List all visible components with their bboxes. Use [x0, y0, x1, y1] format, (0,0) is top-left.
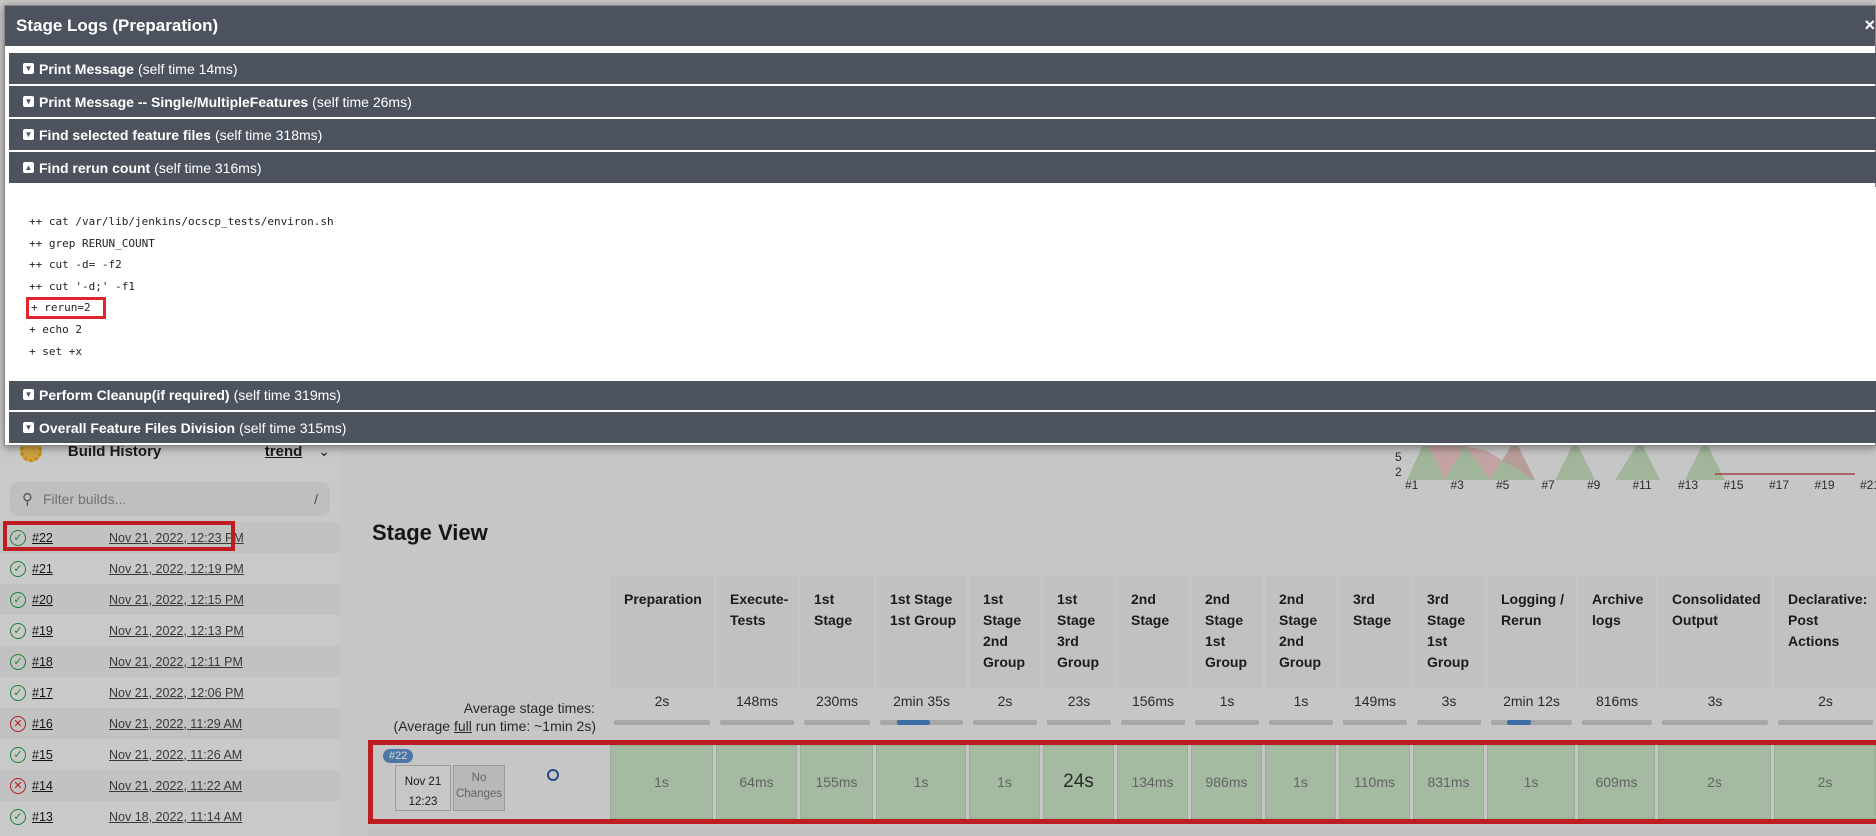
log-line-text: + echo 2 [29, 322, 82, 336]
log-step-self-time: (self time 318ms) [214, 126, 323, 143]
highlighted-log-line: + rerun=2 [26, 297, 106, 320]
log-line-text: ++ cut -d= -f2 [29, 258, 122, 272]
expand-icon[interactable]: ▼ [23, 389, 34, 400]
expand-icon[interactable]: ▼ [23, 129, 34, 140]
log-line-text: + set +x [29, 344, 82, 358]
expand-icon[interactable]: ▼ [23, 96, 34, 107]
log-step-self-time: (self time 14ms) [137, 60, 238, 77]
log-step-name: Print Message -- Single/MultipleFeatures [39, 93, 309, 110]
modal-title: Stage Logs (Preparation) [16, 16, 219, 35]
log-line: + rerun=2 [26, 297, 1876, 320]
collapse-icon[interactable]: ▲ [23, 162, 34, 173]
expand-icon[interactable]: ▼ [23, 422, 34, 433]
log-step-header[interactable]: ▼ Overall Feature Files Division (self tim… [9, 412, 1876, 443]
log-step-header[interactable]: ▼ Perform Cleanup(if required) (self time … [9, 379, 1876, 410]
log-step-header[interactable]: ▼ Print Message -- Single/MultipleFeature… [9, 86, 1876, 117]
expand-icon[interactable]: ▼ [23, 63, 34, 74]
log-output: ++ cat /var/lib/jenkins/ocscp_tests/envi… [9, 187, 1876, 381]
log-step-self-time: (self time 315ms) [239, 419, 347, 436]
log-step-self-time: (self time 316ms) [154, 159, 262, 176]
log-step-name: Find rerun count [39, 159, 151, 176]
log-line-text: ++ cut '-d;' -f1 [29, 279, 135, 293]
log-line: ++ grep RERUN_COUNT [29, 233, 1876, 255]
log-line: ++ cut -d= -f2 [29, 254, 1876, 276]
log-line-text: ++ cat /var/lib/jenkins/ocscp_tests/envi… [29, 215, 334, 228]
log-line: ++ cat /var/lib/jenkins/ocscp_tests/envi… [29, 211, 1876, 233]
log-step-self-time: (self time 319ms) [233, 386, 341, 403]
log-step-header[interactable]: ▼ Find selected feature files (self time 3… [9, 119, 1876, 150]
log-line: + echo 2 [29, 319, 1876, 341]
log-step-name: Perform Cleanup(if required) [39, 386, 230, 403]
log-step-name: Overall Feature Files Division [39, 419, 236, 436]
log-step-header[interactable]: ▲ Find rerun count (self time 316ms) [9, 152, 1876, 183]
log-step-name: Print Message [39, 60, 134, 77]
log-line: ++ cut '-d;' -f1 [29, 276, 1876, 298]
log-step-header[interactable]: ▼ Print Message (self time 14ms) [9, 53, 1876, 84]
log-step-name: Find selected feature files [39, 126, 211, 143]
stage-logs-modal: Stage Logs (Preparation) × ▼ Print Messag… [4, 5, 1876, 446]
log-step-self-time: (self time 26ms) [312, 93, 412, 110]
close-icon[interactable]: × [1864, 15, 1875, 36]
log-line: + set +x [29, 341, 1876, 363]
log-line-text: ++ grep RERUN_COUNT [29, 236, 155, 250]
modal-header: Stage Logs (Preparation) [5, 6, 1875, 46]
